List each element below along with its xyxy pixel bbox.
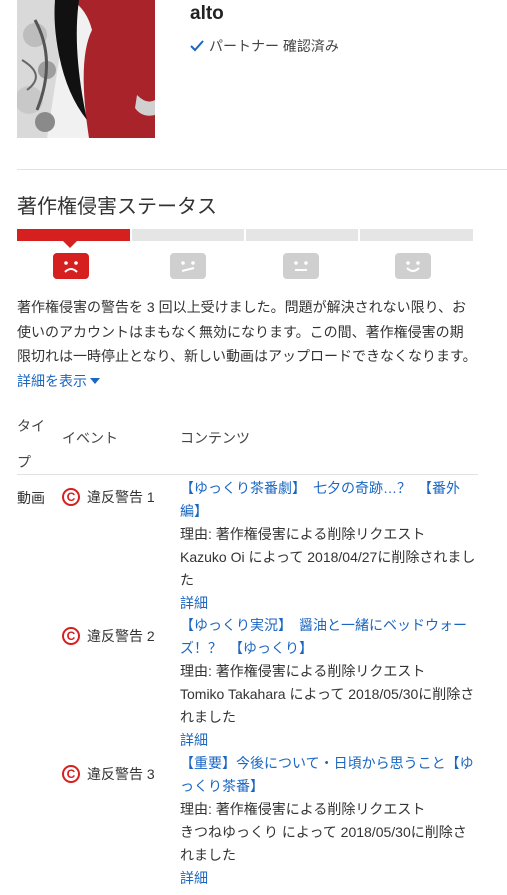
chevron-down-icon (90, 378, 100, 385)
details-link[interactable]: 詳細 (180, 592, 480, 615)
uneasy-face-icon (170, 253, 206, 279)
strike-label: 違反警告 3 (87, 766, 155, 782)
removal-info: Kazuko Oi によって 2018/04/27に削除されました (180, 549, 476, 588)
status-segment-3 (246, 229, 358, 241)
copyright-status-bar (17, 229, 473, 241)
verified-label: パートナー 確認済み (209, 38, 339, 54)
table-header-divider (17, 474, 478, 475)
strike-content-1: 【ゆっくり茶番劇】 七夕の奇跡…？ 【番外編】 理由: 著作権侵害による削除リク… (180, 477, 480, 615)
removal-info: Tomiko Takahara によって 2018/05/30に削除されました (180, 686, 475, 725)
happy-face-icon (395, 253, 431, 279)
strike-label: 違反警告 1 (87, 489, 155, 505)
header-divider (17, 169, 507, 170)
removal-reason: 理由: 著作権侵害による削除リクエスト (180, 526, 426, 542)
strike-label: 違反警告 2 (87, 628, 155, 644)
status-pointer (62, 240, 78, 248)
details-link[interactable]: 詳細 (180, 867, 480, 890)
status-segment-2 (132, 229, 244, 241)
removal-reason: 理由: 著作権侵害による削除リクエスト (180, 801, 426, 817)
status-description: 著作権侵害の警告を 3 回以上受けました。問題が解決されない限り、お使いのアカウ… (17, 295, 477, 393)
video-title-link[interactable]: 【重要】今後について・日頃から思うこと【ゆっくり茶番】 (180, 752, 480, 798)
show-details-label[interactable]: 詳細を表示 (17, 373, 87, 389)
status-segment-4 (360, 229, 473, 241)
strike-event-3: C 違反警告 3 (62, 764, 155, 784)
removal-reason: 理由: 著作権侵害による削除リクエスト (180, 663, 426, 679)
verified-badge: パートナー 確認済み (190, 36, 339, 56)
column-header-type: タイプ (17, 418, 45, 470)
strike-content-3: 【重要】今後について・日頃から思うこと【ゆっくり茶番】 理由: 著作権侵害による… (180, 752, 480, 890)
description-text: 著作権侵害の警告を 3 回以上受けました。問題が解決されない限り、お使いのアカウ… (17, 299, 477, 364)
column-header-content: コンテンツ (180, 430, 250, 446)
copyright-icon: C (62, 627, 80, 645)
show-details-link[interactable]: 詳細を表示 (17, 373, 100, 389)
copyright-icon: C (62, 765, 80, 783)
sad-face-icon (53, 253, 89, 279)
video-title-link[interactable]: 【ゆっくり茶番劇】 七夕の奇跡…？ 【番外編】 (180, 477, 480, 523)
avatar-artwork (17, 0, 155, 138)
video-title-link[interactable]: 【ゆっくり実況】 醤油と一緒にベッドウォーズ！？ 【ゆっくり】 (180, 614, 480, 660)
details-link[interactable]: 詳細 (180, 729, 480, 752)
channel-name[interactable]: alto (190, 3, 224, 25)
column-header-event: イベント (62, 430, 118, 446)
copyright-icon: C (62, 488, 80, 506)
strike-event-1: C 違反警告 1 (62, 487, 155, 507)
strike-content-2: 【ゆっくり実況】 醤油と一緒にベッドウォーズ！？ 【ゆっくり】 理由: 著作権侵… (180, 614, 480, 752)
checkmark-icon (190, 40, 204, 52)
type-cell: 動画 (17, 490, 45, 506)
removal-info: きつねゆっくり によって 2018/05/30に削除されました (180, 824, 467, 863)
section-title: 著作権侵害ステータス (17, 196, 217, 218)
strike-event-2: C 違反警告 2 (62, 626, 155, 646)
channel-avatar[interactable] (17, 0, 155, 138)
neutral-face-icon (283, 253, 319, 279)
